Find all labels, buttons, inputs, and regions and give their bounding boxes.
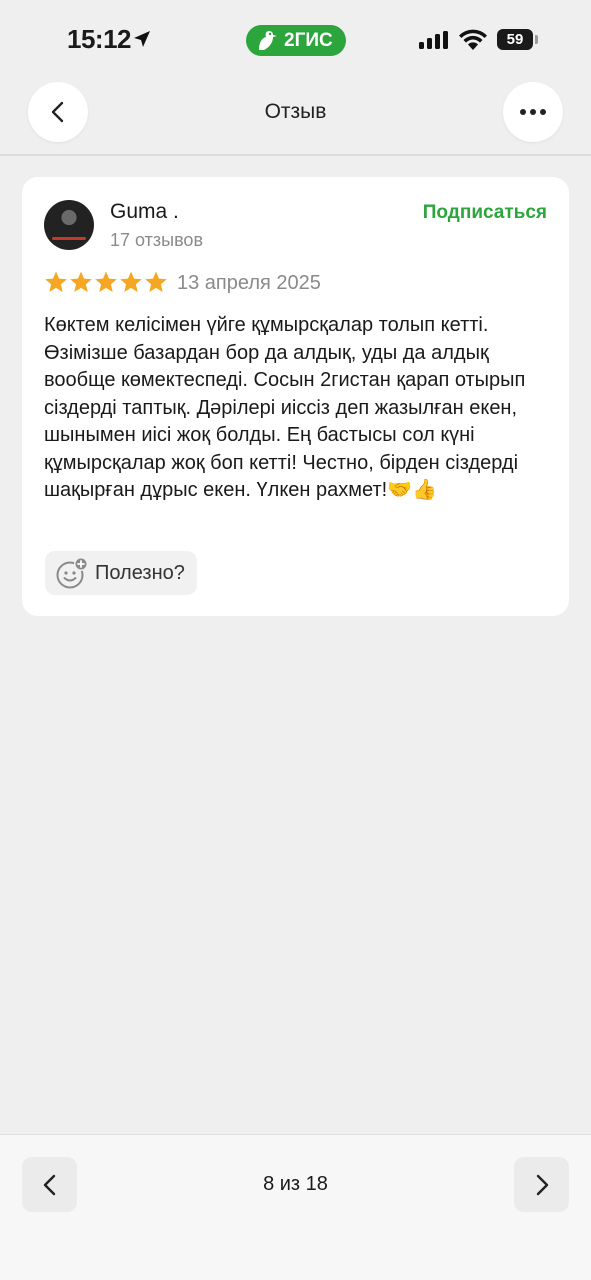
star-icon xyxy=(95,271,117,292)
subscribe-button[interactable]: Подписаться xyxy=(423,202,547,224)
chevron-right-icon xyxy=(536,1174,548,1195)
battery-cap xyxy=(535,35,538,44)
star-icon xyxy=(145,271,167,292)
review-date: 13 апреля 2025 xyxy=(177,272,321,294)
pagination-label: 8 из 18 xyxy=(263,1173,328,1195)
status-time: 15:12 xyxy=(67,24,132,54)
cellular-signal-icon xyxy=(419,31,448,49)
brand-name: 2ГИС xyxy=(284,30,333,51)
bird-icon xyxy=(259,31,277,50)
location-arrow-icon xyxy=(134,31,150,47)
brand-logo: 2ГИС xyxy=(246,25,346,56)
review-text: Көктем келісімен үйге құмырсқалар толып … xyxy=(44,314,526,501)
star-icon xyxy=(70,271,92,292)
author-review-count: 17 отзывов xyxy=(110,230,204,250)
author-name[interactable]: Guma . xyxy=(110,200,179,224)
more-dots-icon xyxy=(520,109,546,115)
top-navigation-bar: Отзыв xyxy=(0,80,591,156)
status-bar: 15:12 2ГИС 59 xyxy=(0,0,591,80)
helpful-label: Полезно? xyxy=(95,561,185,584)
avatar[interactable] xyxy=(44,200,94,250)
star-rating xyxy=(44,270,168,294)
review-card: Guma . 17 отзывов Подписаться 13 апреля … xyxy=(22,177,569,616)
next-review-button[interactable] xyxy=(514,1157,569,1212)
smiley-add-icon xyxy=(56,557,88,589)
battery-indicator: 59 xyxy=(497,29,533,50)
star-icon xyxy=(45,271,67,292)
more-options-button[interactable] xyxy=(503,82,563,142)
star-icon xyxy=(120,271,142,292)
bottom-pagination-bar: 8 из 18 xyxy=(0,1134,591,1280)
wifi-icon xyxy=(459,29,487,50)
helpful-button[interactable]: Полезно? xyxy=(45,551,197,595)
